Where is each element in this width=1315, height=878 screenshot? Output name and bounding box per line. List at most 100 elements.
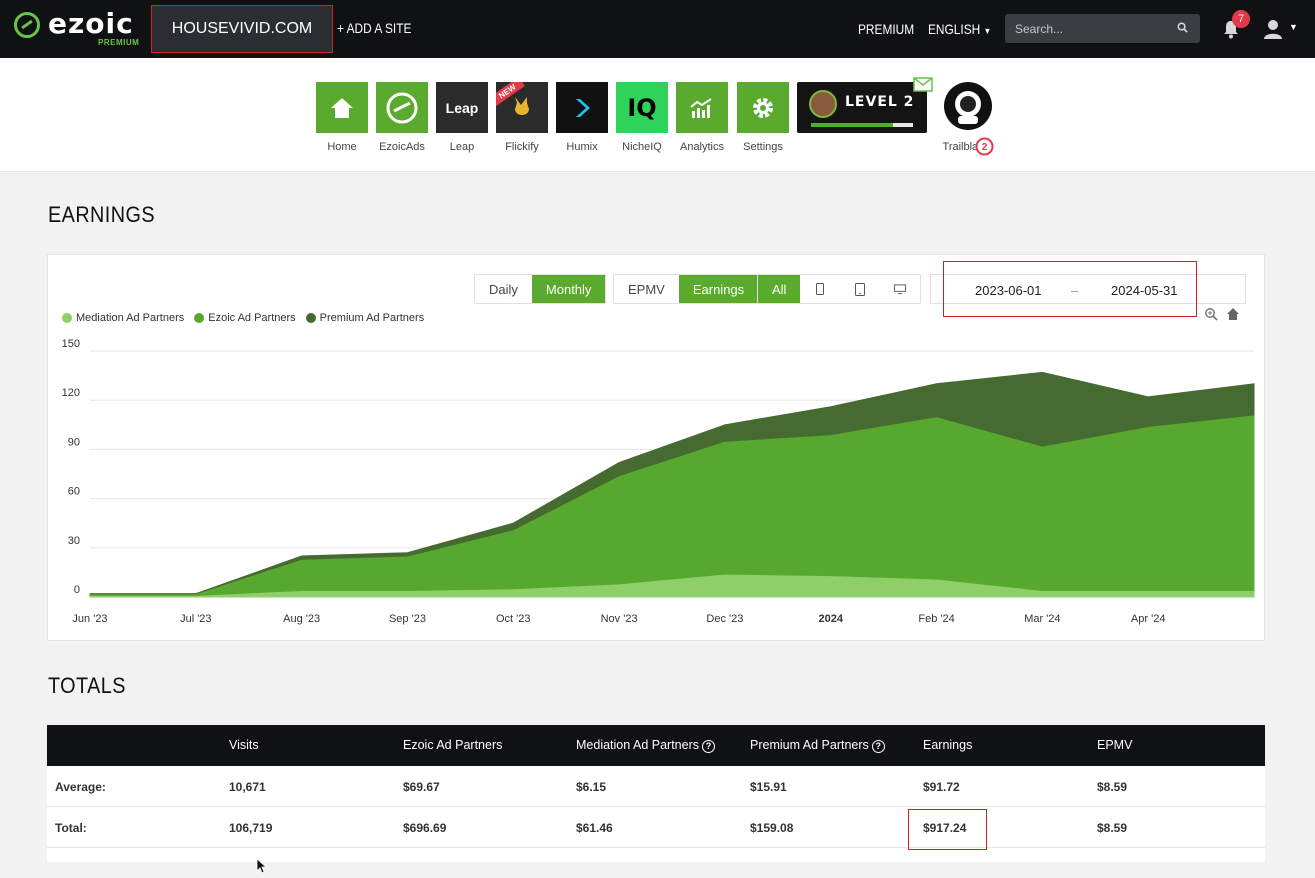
reset-zoom-home-icon[interactable]: [1226, 307, 1240, 321]
ezoic-logo[interactable]: ezoic PREMIUM: [14, 9, 144, 49]
table-cell: $8.59: [1097, 780, 1128, 794]
x-tick-label: 2024: [818, 613, 843, 625]
user-menu-chevron-icon[interactable]: ▼: [1289, 22, 1298, 32]
app-settings[interactable]: Settings: [737, 82, 789, 153]
chevron-down-icon: ▼: [983, 26, 992, 36]
daily-button[interactable]: Daily: [475, 275, 532, 303]
col-header-premium-ad-partners: Premium Ad Partners?: [750, 738, 885, 753]
app-ezoicads[interactable]: EzoicAds: [376, 82, 428, 153]
device-toggle: All: [757, 274, 922, 304]
legend-item-ezoic[interactable]: Ezoic Ad Partners: [194, 312, 296, 324]
totals-heading: TOTALS: [48, 673, 126, 698]
premium-link[interactable]: PREMIUM: [858, 21, 914, 37]
level-progress-fill: [811, 123, 893, 127]
y-tick-label: 90: [68, 436, 80, 448]
col-header-earnings: Earnings: [923, 738, 973, 752]
leap-icon-text: Leap: [445, 99, 479, 116]
monthly-button[interactable]: Monthly: [531, 275, 606, 303]
chart-legend: Mediation Ad Partners Ezoic Ad Partners …: [62, 312, 424, 324]
nicheiq-icon-text: IQ: [627, 93, 657, 122]
legend-dot: [194, 313, 205, 323]
level-progress-bar: [811, 123, 913, 127]
notification-count-badge: 7: [1232, 10, 1250, 28]
row-label: Total:: [55, 821, 87, 835]
legend-item-premium[interactable]: Premium Ad Partners: [305, 312, 425, 324]
humix-icon: [556, 82, 608, 133]
trailblazer-badge-count: 2: [982, 142, 988, 153]
x-tick-label: Oct '23: [496, 613, 531, 625]
table-cell: $61.46: [576, 821, 613, 835]
y-tick-label: 30: [68, 535, 80, 547]
col-header-ezoic-ad-partners: Ezoic Ad Partners: [403, 738, 503, 752]
search-icon[interactable]: [1177, 22, 1188, 33]
home-icon: [316, 82, 368, 133]
y-tick-label: 0: [74, 584, 80, 596]
legend-label: Mediation Ad Partners: [76, 312, 185, 324]
table-row-average: Average: 10,671 $69.67 $6.15 $15.91 $91.…: [47, 766, 1265, 807]
earnings-heading: EARNINGS: [48, 202, 156, 227]
search-box[interactable]: [1005, 14, 1200, 43]
date-separator: –: [1071, 283, 1079, 298]
desktop-icon: [894, 283, 907, 294]
table-cell: $8.59: [1097, 821, 1128, 835]
x-tick-label: Aug '23: [283, 613, 320, 625]
x-tick-label: Jun '23: [72, 613, 107, 625]
col-header-label: Mediation Ad Partners: [576, 738, 699, 752]
settings-gear-icon: [737, 82, 789, 133]
col-header-epmv: EPMV: [1097, 738, 1133, 752]
mail-icon[interactable]: [913, 77, 933, 92]
earnings-area-chart: 0 30 60 90 120 150 Jun '23 Jul '23 Aug '23 Sep '2…: [62, 338, 1255, 625]
logo-subtitle: PREMIUM: [98, 38, 140, 47]
legend-item-mediation[interactable]: Mediation Ad Partners: [62, 312, 184, 324]
level-progress-tile[interactable]: LEVEL 2: [797, 82, 927, 133]
app-label: Trailblazer: [942, 141, 994, 153]
app-home[interactable]: Home: [316, 82, 368, 153]
earnings-button[interactable]: Earnings: [678, 275, 759, 303]
app-flickify[interactable]: NEW Flickify: [496, 82, 548, 153]
app-analytics[interactable]: Analytics: [676, 82, 728, 153]
period-toggle: Daily Monthly: [474, 274, 607, 304]
epmv-button[interactable]: EPMV: [614, 275, 679, 303]
search-input[interactable]: [1015, 20, 1165, 37]
logo-text: ezoic: [48, 7, 134, 40]
language-label: ENGLISH: [928, 21, 981, 37]
y-tick-label: 60: [68, 486, 80, 498]
help-icon[interactable]: ?: [702, 740, 715, 753]
analytics-icon: [676, 82, 728, 133]
tablet-icon: [855, 282, 866, 296]
table-cell: $91.72: [923, 780, 960, 794]
metric-toggle: EPMV Earnings: [613, 274, 760, 304]
language-dropdown[interactable]: ENGLISH ▼: [928, 21, 991, 37]
nicheiq-icon: IQ: [616, 82, 668, 133]
mobile-device-button[interactable]: [800, 275, 841, 303]
legend-label: Premium Ad Partners: [319, 312, 425, 324]
mobile-icon: [816, 283, 825, 295]
level-avatar: [809, 90, 837, 118]
site-selector-tab[interactable]: HOUSEVIVID.COM: [151, 5, 333, 53]
date-range-picker[interactable]: 2023-06-01 – 2024-05-31: [930, 274, 1246, 304]
date-start-input[interactable]: 2023-06-01: [975, 283, 1042, 298]
table-cell: $917.24: [923, 821, 967, 835]
table-cell: $696.69: [403, 821, 447, 835]
series-area-ezoic-ad-partners: [89, 414, 1255, 596]
app-nicheiq[interactable]: IQ NicheIQ: [616, 82, 668, 153]
table-cell: 10,671: [229, 780, 266, 794]
table-cell: $69.67: [403, 780, 440, 794]
user-avatar-icon[interactable]: [1262, 18, 1284, 40]
ezoic-logo-icon: [14, 12, 40, 38]
tablet-device-button[interactable]: [840, 275, 881, 303]
table-row-total: Total: 106,719 $696.69 $61.46 $159.08 $9…: [47, 807, 1265, 848]
leap-icon: Leap: [436, 82, 488, 133]
add-site-link[interactable]: + ADD A SITE: [337, 20, 411, 36]
date-end-input[interactable]: 2024-05-31: [1111, 283, 1178, 298]
all-devices-button[interactable]: All: [758, 275, 801, 303]
zoom-icon[interactable]: [1204, 307, 1218, 321]
flickify-icon: NEW: [496, 82, 548, 133]
app-humix[interactable]: Humix: [556, 82, 608, 153]
app-label: Settings: [743, 141, 783, 153]
col-header-mediation-ad-partners: Mediation Ad Partners?: [576, 738, 715, 753]
help-icon[interactable]: ?: [871, 740, 885, 753]
ezoic-ads-icon: [376, 82, 428, 133]
desktop-device-button[interactable]: [880, 275, 921, 303]
app-leap[interactable]: Leap Leap: [436, 82, 488, 153]
